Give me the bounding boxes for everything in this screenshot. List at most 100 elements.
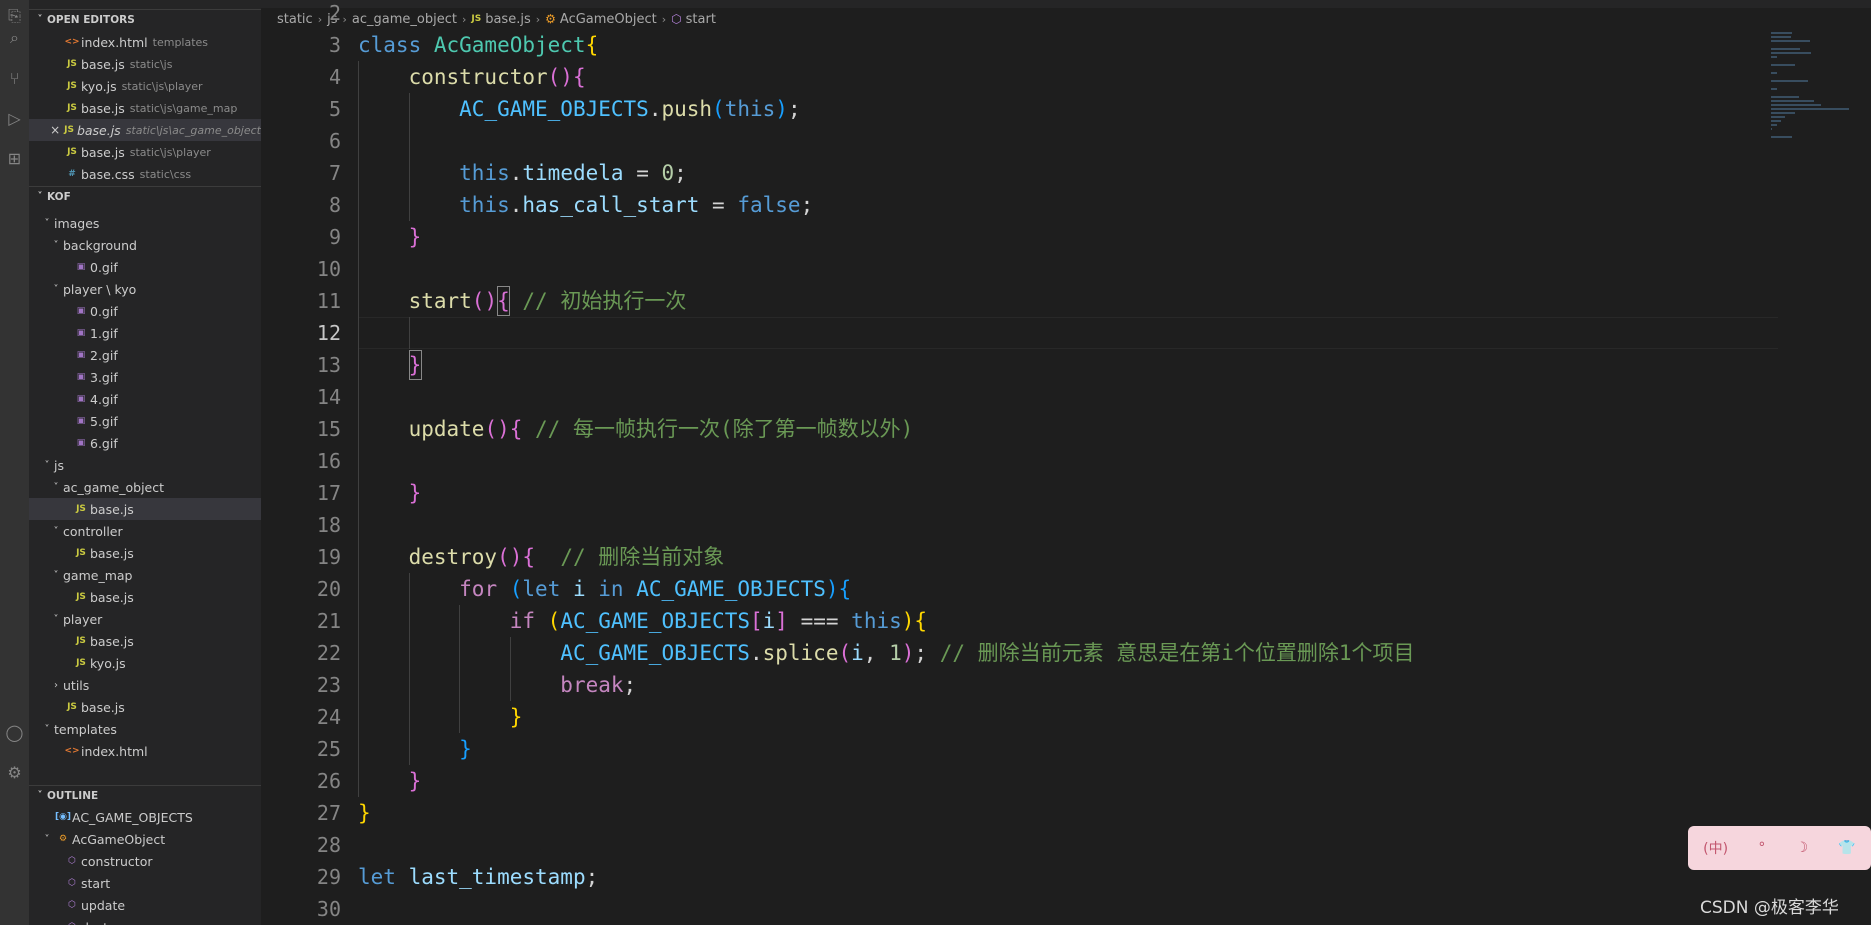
line-number: 27 <box>316 801 341 825</box>
open-editor-item[interactable]: × JS base.js static\js\ac_game_object <box>29 119 261 141</box>
file-item[interactable]: ▣ 3.gif <box>29 366 261 388</box>
file-item[interactable]: ▣ 6.gif <box>29 432 261 454</box>
account-icon[interactable]: ◯ <box>0 716 29 748</box>
code-content[interactable]: class AcGameObject{ constructor(){ AC_GA… <box>358 0 1758 925</box>
code-line[interactable]: constructor(){ <box>358 61 586 93</box>
file-item[interactable]: ▣ 5.gif <box>29 410 261 432</box>
code-token: i <box>851 641 864 665</box>
code-token: this <box>459 193 510 217</box>
file-item[interactable]: <> index.html <box>29 740 261 762</box>
open-editor-item[interactable]: # base.css static\css <box>29 163 261 185</box>
line-number: 18 <box>316 513 341 537</box>
file-item[interactable]: JS kyo.js <box>29 652 261 674</box>
open-editor-item[interactable]: JS kyo.js static\js\player <box>29 75 261 97</box>
outline-item[interactable]: ⬡ update <box>29 894 261 916</box>
item-label: templates <box>54 721 117 737</box>
code-line[interactable]: start(){ // 初始执行一次 <box>358 285 687 317</box>
badge-glyph: ° <box>1758 840 1766 856</box>
open-editor-item[interactable]: <> index.html templates <box>29 31 261 53</box>
code-line[interactable]: update(){ // 每一帧执行一次(除了第一帧数以外) <box>358 413 914 445</box>
folder-item[interactable]: ˅ background <box>29 234 261 256</box>
file-item[interactable]: ▣ 1.gif <box>29 322 261 344</box>
file-item[interactable]: JS base.js <box>29 542 261 564</box>
item-label: ac_game_object <box>63 479 165 495</box>
sym-symbol-icon: [◉] <box>54 812 72 822</box>
outline-item[interactable]: ⬡destroy <box>29 916 261 925</box>
code-token: i <box>762 609 776 633</box>
close-icon[interactable]: × <box>49 123 61 137</box>
minimap-line <box>1771 88 1777 90</box>
outline-item[interactable]: ⬡ constructor <box>29 850 261 872</box>
code-line[interactable]: break; <box>358 669 636 701</box>
file-path: static\js <box>129 57 173 71</box>
run-debug-icon[interactable]: ▷ <box>0 102 29 134</box>
open-editor-item[interactable]: JS base.js static\js\player <box>29 141 261 163</box>
outline-header[interactable]: ˅ OUTLINE <box>29 785 261 805</box>
code-line[interactable]: AC_GAME_OBJECTS.push(this); <box>358 93 800 125</box>
minimap[interactable] <box>1769 28 1871 925</box>
folder-item[interactable]: › utils <box>29 674 261 696</box>
js-file-icon: JS <box>64 125 74 135</box>
code-token: { <box>522 545 536 569</box>
open-editors-header[interactable]: ˅ OPEN EDITORS <box>29 9 261 29</box>
code-line[interactable]: } <box>358 477 422 509</box>
code-line[interactable]: } <box>358 733 472 765</box>
code-editor[interactable]: static › js › ac_game_object › JS base.js › ⚙ AcGa… <box>261 0 1871 925</box>
open-editor-item[interactable]: JS base.js static\js\game_map <box>29 97 261 119</box>
outline-item[interactable]: ⬡ start <box>29 872 261 894</box>
code-line[interactable]: AC_GAME_OBJECTS.splice(i, 1); // 删除当前元素 … <box>358 637 1414 669</box>
source-control-icon[interactable]: ⑂ <box>0 62 29 94</box>
search-icon[interactable]: ⌕ <box>0 22 29 54</box>
line-number: 11 <box>316 289 341 313</box>
outline-item[interactable]: ˅ ⚙ AcGameObject <box>29 828 261 850</box>
outline-label: AcGameObject <box>72 831 166 847</box>
code-token: [ <box>749 609 763 633</box>
folder-item[interactable]: ˅ controller <box>29 520 261 542</box>
file-item[interactable]: ▣ 0.gif <box>29 300 261 322</box>
code-line[interactable]: this.has_call_start = false; <box>358 189 813 221</box>
folder-item[interactable]: ˅ player <box>29 608 261 630</box>
minimap-line <box>1771 112 1796 114</box>
folder-item[interactable]: ˅ ac_game_object <box>29 476 261 498</box>
outline-item[interactable]: [◉] AC_GAME_OBJECTS <box>29 806 261 828</box>
line-number: 17 <box>316 481 341 505</box>
file-item[interactable]: JS base.js <box>29 630 261 652</box>
file-item[interactable]: JS base.js <box>29 498 261 520</box>
file-item[interactable]: ▣ 0.gif <box>29 256 261 278</box>
file-item[interactable]: JS base.js <box>29 696 261 718</box>
file-item[interactable]: ▣ 4.gif <box>29 388 261 410</box>
item-label: 0.gif <box>90 259 118 275</box>
file-path: static\js\ac_game_object <box>125 123 261 137</box>
code-line[interactable]: destroy(){ // 删除当前对象 <box>358 541 725 573</box>
code-line[interactable]: class AcGameObject{ <box>358 29 598 61</box>
settings-gear-icon[interactable]: ⚙ <box>0 756 29 788</box>
folder-item[interactable]: ˅ js <box>29 454 261 476</box>
file-item[interactable]: ▣ 2.gif <box>29 344 261 366</box>
code-line[interactable]: this.timedela = 0; <box>358 157 687 189</box>
open-editor-item[interactable]: JS base.js static\js <box>29 53 261 75</box>
extensions-icon[interactable]: ⊞ <box>0 142 29 174</box>
folder-item[interactable]: ˅ templates <box>29 718 261 740</box>
code-line[interactable]: if (AC_GAME_OBJECTS[i] === this){ <box>358 605 927 637</box>
folder-item[interactable]: ˅ game_map <box>29 564 261 586</box>
kof-folder-header[interactable]: ˅ KOF <box>29 186 261 206</box>
code-token: 0 <box>661 161 675 185</box>
chevron-down-icon: ˅ <box>37 191 43 202</box>
code-line[interactable]: } <box>358 221 422 253</box>
file-item[interactable]: JS base.js <box>29 586 261 608</box>
code-token: () <box>471 289 498 313</box>
code-line[interactable]: } <box>358 797 371 829</box>
folder-item[interactable]: ˅ player \ kyo <box>29 278 261 300</box>
code-line[interactable]: let last_timestamp; <box>358 861 598 893</box>
gif-file-icon: ▣ <box>76 438 86 448</box>
folder-item[interactable]: ˅ images <box>29 212 261 234</box>
file-path: static\js\player <box>121 79 203 93</box>
code-line[interactable]: } <box>358 765 422 797</box>
code-line[interactable]: } <box>358 701 523 733</box>
line-number: 28 <box>316 833 341 857</box>
js-file-icon: JS <box>67 81 77 91</box>
code-line[interactable]: for (let i in AC_GAME_OBJECTS){ <box>358 573 851 605</box>
